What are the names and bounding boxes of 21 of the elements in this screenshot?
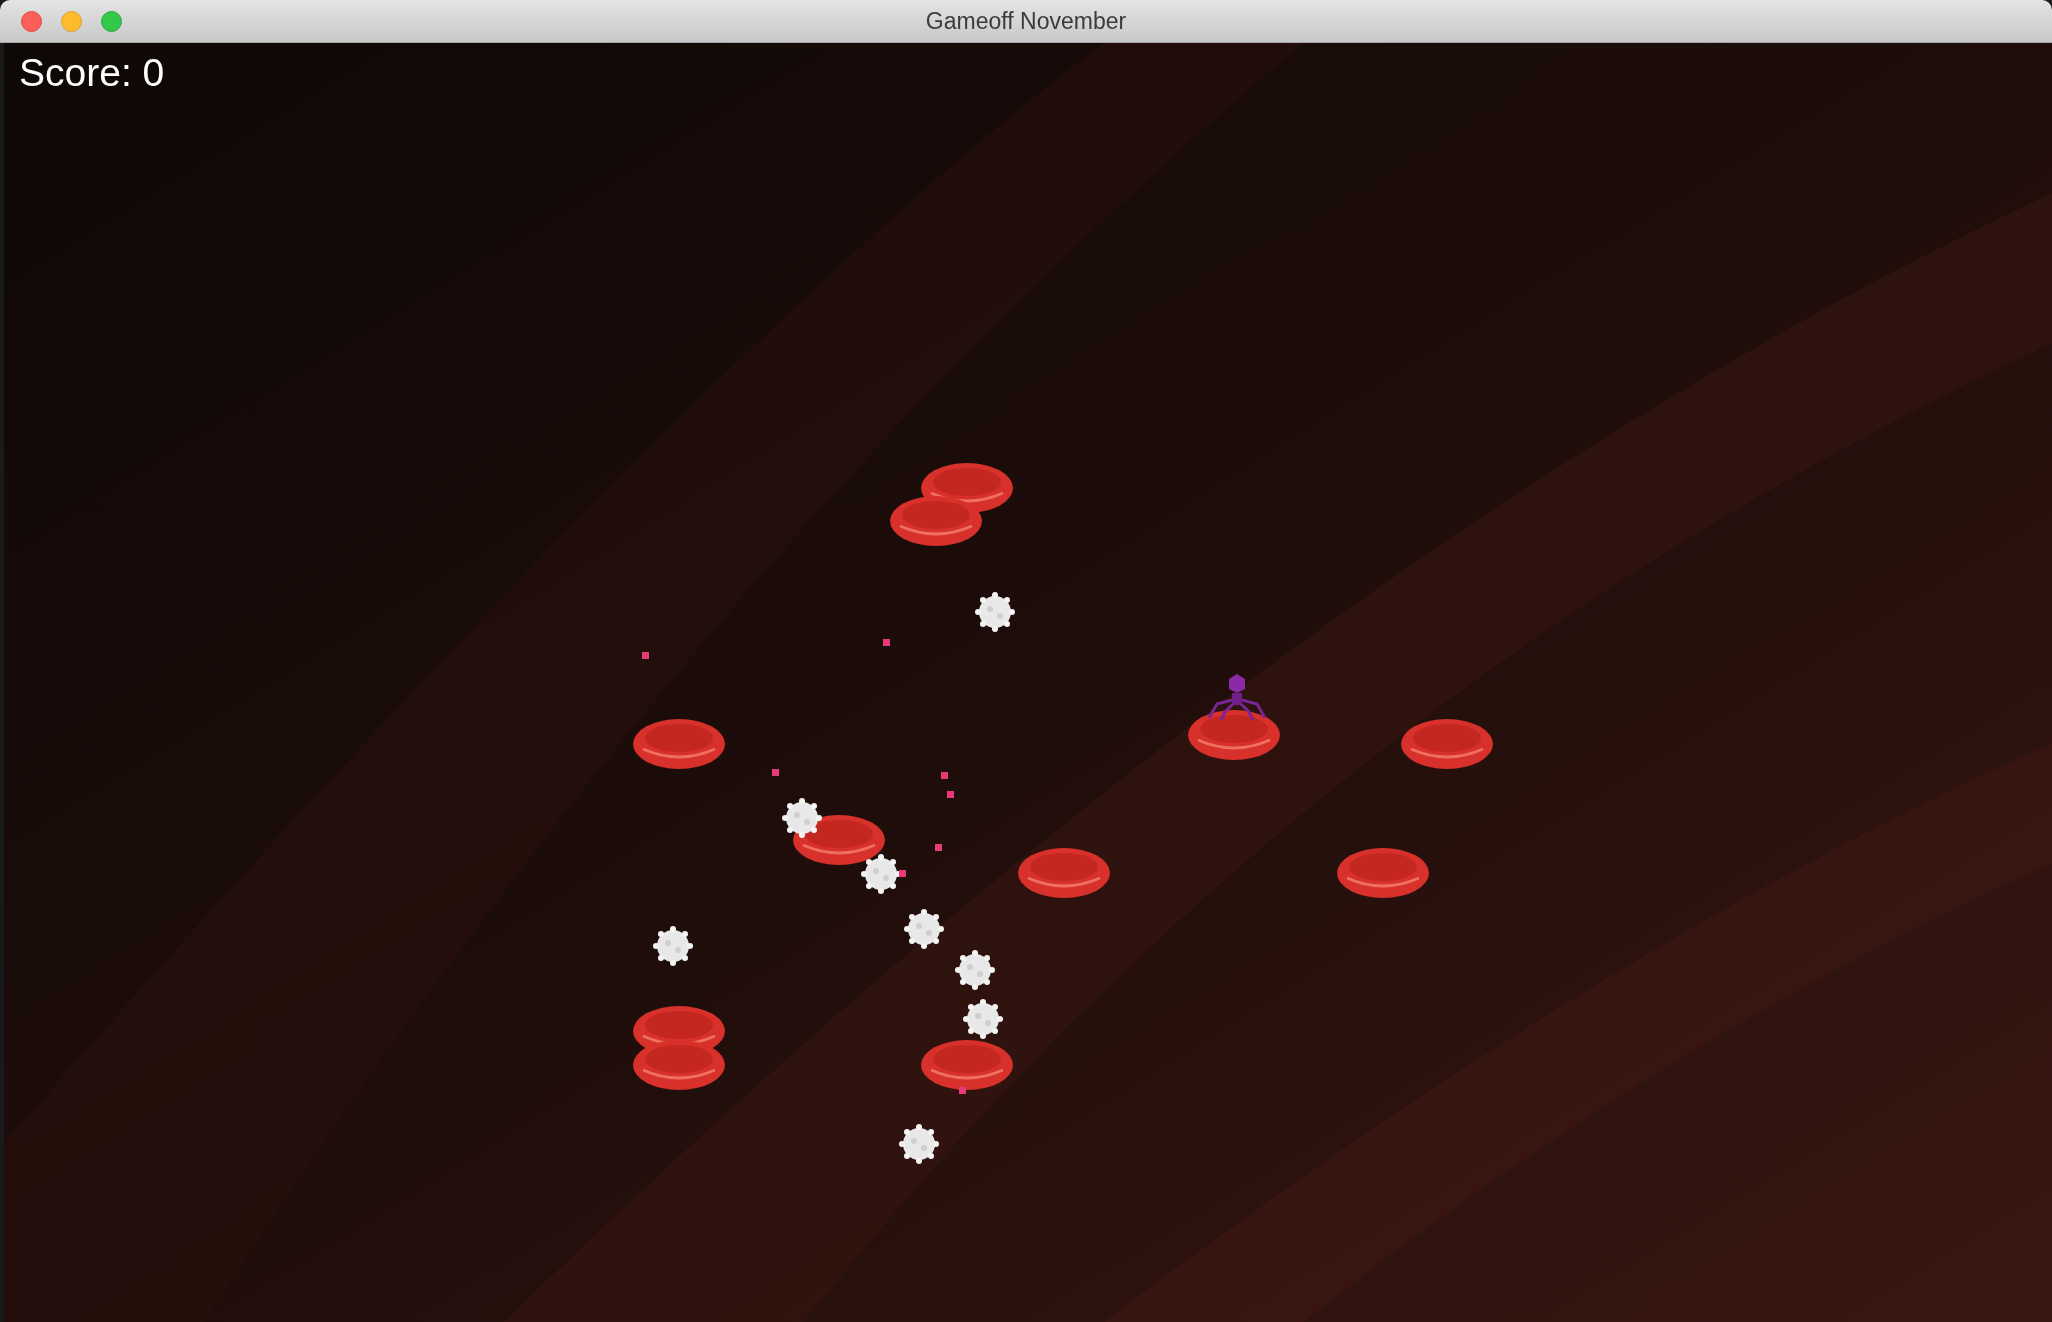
score-label: Score: 0: [19, 50, 165, 96]
close-button[interactable]: [21, 11, 42, 32]
window-title: Gameoff November: [925, 6, 1127, 36]
particle: [947, 791, 955, 799]
leukocyte: [904, 908, 944, 949]
particle: [958, 1086, 966, 1094]
particle: [883, 639, 891, 647]
particle: [898, 869, 906, 877]
leukocyte: [652, 926, 693, 966]
maximize-button[interactable]: [101, 11, 122, 32]
leukocyte: [962, 999, 1003, 1040]
minimize-button[interactable]: [61, 11, 82, 32]
leukocyte: [860, 854, 901, 894]
particle: [642, 652, 650, 660]
particle: [771, 768, 779, 776]
leukocyte: [974, 592, 1015, 633]
particle: [935, 843, 943, 851]
particle: [940, 771, 948, 779]
leukocyte: [898, 1123, 939, 1164]
leukocyte: [955, 949, 996, 990]
leukocyte: [782, 797, 823, 838]
